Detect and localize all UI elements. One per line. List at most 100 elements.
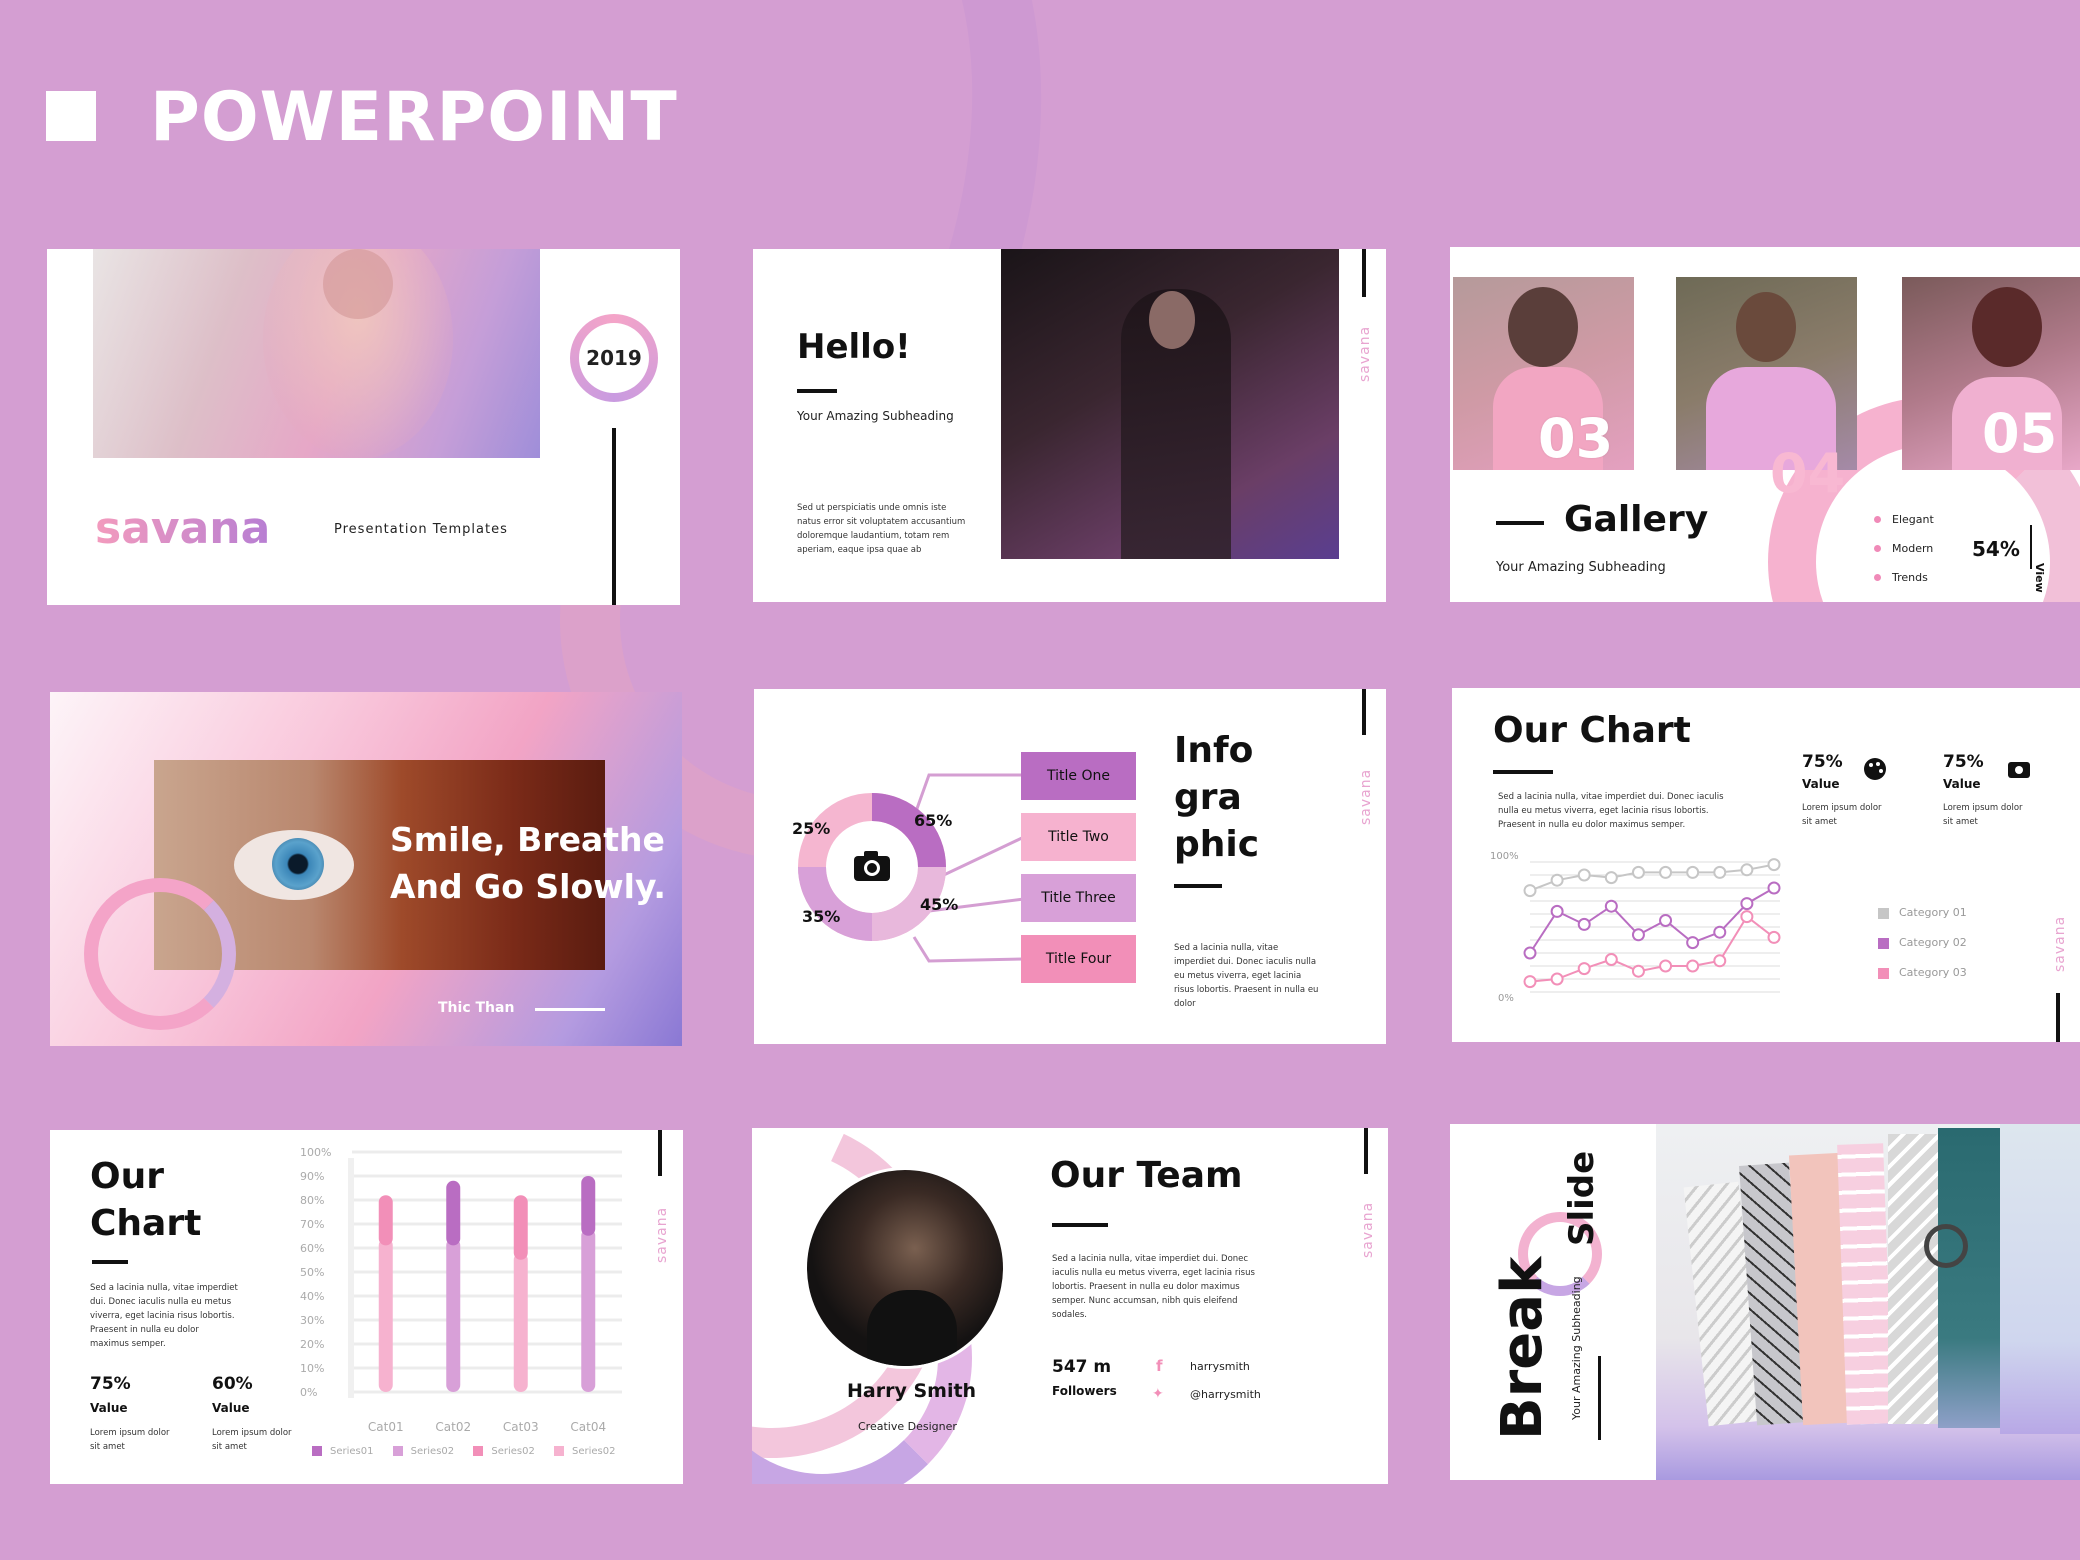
y-tick-label: 90% <box>300 1170 324 1183</box>
avatar <box>804 1167 1006 1369</box>
data-point <box>1523 946 1537 960</box>
series-line-1 <box>1529 863 1775 892</box>
data-point <box>1550 904 1564 918</box>
year-ring: 2019 <box>570 314 658 402</box>
y-tick-label: 40% <box>300 1290 324 1303</box>
data-point <box>1631 964 1645 978</box>
data-point <box>1604 953 1618 966</box>
bar-lower <box>581 1228 596 1392</box>
data-point <box>1686 959 1700 973</box>
percent-35: 35% <box>802 907 841 926</box>
divider-vertical <box>1598 1356 1601 1440</box>
title-underline <box>797 389 837 393</box>
gallery-subheading: Your Amazing Subheading <box>1496 560 1666 575</box>
legend-item: Series01 <box>312 1446 373 1457</box>
facebook-handle[interactable]: harrysmith <box>1190 1360 1250 1373</box>
cover-photo <box>93 249 540 458</box>
author-line <box>535 1008 605 1011</box>
twitter-icon[interactable]: ✦ <box>1152 1386 1164 1402</box>
slide-break[interactable]: Break Slide Your Amazing Subheading <box>1450 1124 2080 1480</box>
legend-item: Series02 <box>473 1446 535 1457</box>
axis-bar <box>348 1158 354 1398</box>
gallery-title: Gallery <box>1564 499 1709 540</box>
followers-count: 547 m <box>1052 1357 1112 1377</box>
data-point <box>1740 863 1754 877</box>
body-text: Sed a lacinia nulla, vitae imperdiet dui… <box>1174 943 1319 1009</box>
quote-line-1: Smile, Breathe <box>390 820 665 859</box>
brand-vertical: savana <box>2052 915 2068 972</box>
y-tick-label: 10% <box>300 1362 324 1375</box>
chart-title: Our Chart <box>90 1156 202 1244</box>
brand-vertical: savana <box>1357 325 1373 382</box>
body-text: Sed a lacinia nulla, vitae imperdiet dui… <box>1052 1254 1255 1320</box>
slide-line-chart[interactable]: Our Chart Sed a lacinia nulla, vitae imp… <box>1452 688 2080 1042</box>
view-label[interactable]: View <box>2033 563 2046 593</box>
slide-infographic[interactable]: 25% 65% 35% 45% Title One Title Two Titl… <box>754 689 1386 1044</box>
divider-vertical <box>658 1130 662 1176</box>
subheading: Your Amazing Subheading <box>797 409 954 423</box>
hello-title: Hello! <box>797 327 911 367</box>
title-box-1[interactable]: Title One <box>1021 752 1136 800</box>
body-text: Sed ut perspiciatis unde omnis iste natu… <box>797 503 966 555</box>
slide-hello[interactable]: Hello! Your Amazing Subheading Sed ut pe… <box>753 249 1386 602</box>
title-box-label: Title One <box>1047 768 1110 784</box>
slide-quote[interactable]: Smile, Breathe And Go Slowly. Thic Than <box>50 692 682 1046</box>
bar-legend: Series01 Series02 Series02 Series02 <box>312 1446 616 1457</box>
data-point <box>1767 881 1781 895</box>
quote-author: Thic Than <box>438 1000 515 1016</box>
title-box-3[interactable]: Title Three <box>1021 874 1136 922</box>
y-tick-label: 60% <box>300 1242 324 1255</box>
camera-icon <box>2008 762 2030 778</box>
title-box-2[interactable]: Title Two <box>1021 813 1136 861</box>
gallery-percent: 54% <box>1972 537 2020 561</box>
bar-upper <box>581 1176 596 1236</box>
title-box-4[interactable]: Title Four <box>1021 935 1136 983</box>
percent-45: 45% <box>920 895 959 914</box>
slide-title: Slide <box>1562 1150 1602 1246</box>
title-box-label: Title Three <box>1041 890 1116 906</box>
stat-desc: Lorem ipsum dolor sit amet <box>90 1428 170 1452</box>
brand-vertical: savana <box>1358 768 1374 825</box>
x-tick-label: Cat03 <box>503 1420 539 1434</box>
brand-logo: savana <box>95 503 271 554</box>
stat-desc: Lorem ipsum dolor sit amet <box>212 1428 292 1452</box>
stat-value: 75% <box>1943 752 1984 772</box>
divider-vertical <box>612 428 616 605</box>
facebook-icon[interactable]: f <box>1156 1357 1163 1375</box>
data-point <box>1631 865 1645 879</box>
slide-cover[interactable]: 2019 savana Presentation Templates <box>47 249 680 605</box>
slide-gallery[interactable]: 03 04 05 Gallery Your Amazing Subheading… <box>1450 247 2080 602</box>
gallery-list: Elegant Modern Trends <box>1874 505 1934 592</box>
legend-item: Category 03 <box>1878 958 1967 988</box>
header-square-icon <box>46 91 96 141</box>
data-point <box>1523 884 1537 898</box>
slide-bar-chart[interactable]: Our Chart Sed a lacinia nulla, vitae imp… <box>50 1130 683 1484</box>
title-underline <box>1493 770 1553 774</box>
gallery-number-03: 03 <box>1538 407 1614 470</box>
y-tick-label: 20% <box>300 1338 324 1351</box>
stat-label: Value <box>1943 777 1981 791</box>
y-axis-bottom: 0% <box>1498 993 1514 1004</box>
legend-item: Category 01 <box>1878 898 1967 928</box>
x-tick-label: Cat04 <box>570 1420 606 1434</box>
data-point <box>1686 865 1700 879</box>
title-box-label: Title Two <box>1048 829 1109 845</box>
x-tick-label: Cat02 <box>435 1420 471 1434</box>
break-title: Break <box>1490 1256 1555 1440</box>
data-point <box>1713 954 1727 968</box>
bar-lower <box>446 1238 461 1392</box>
divider-vertical <box>1362 249 1366 297</box>
page-title: POWERPOINT <box>150 78 678 157</box>
portrait-photo <box>1001 249 1339 559</box>
data-point <box>1604 871 1618 885</box>
twitter-handle[interactable]: @harrysmith <box>1190 1388 1261 1401</box>
y-tick-label: 100% <box>300 1148 331 1159</box>
y-tick-label: 70% <box>300 1218 324 1231</box>
data-point <box>1740 897 1754 911</box>
brand-vertical: savana <box>654 1206 670 1263</box>
title-underline <box>92 1260 128 1264</box>
slide-team[interactable]: Harry Smith Creative Designer Our Team S… <box>752 1128 1388 1484</box>
palette-icon <box>1864 758 1886 780</box>
data-point <box>1659 959 1673 973</box>
title-box-label: Title Four <box>1045 951 1112 967</box>
